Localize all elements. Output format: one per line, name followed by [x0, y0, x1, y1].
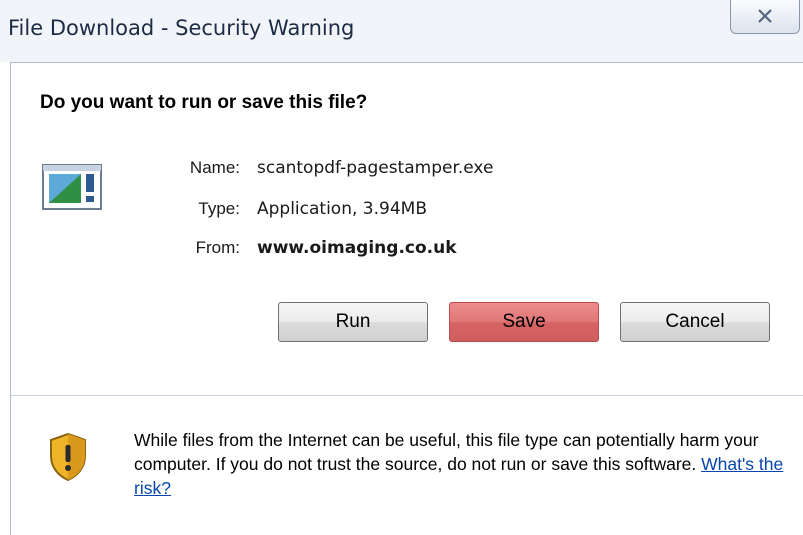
save-button[interactable]: Save [449, 302, 599, 342]
cancel-button[interactable]: Cancel [620, 302, 770, 342]
close-icon [755, 9, 775, 30]
type-label: Type: [198, 199, 240, 218]
title-bar: File Download - Security Warning [0, 0, 803, 62]
application-window-icon [42, 164, 102, 210]
from-label: From: [195, 238, 240, 257]
section-divider [11, 395, 803, 396]
name-label: Name: [189, 158, 240, 177]
warning-text: While files from the Internet can be use… [134, 430, 759, 474]
type-value: Application, 3.94MB [257, 199, 427, 219]
dialog-heading: Do you want to run or save this file? [40, 92, 368, 113]
window-title: File Download - Security Warning [8, 16, 355, 40]
warning-message: While files from the Internet can be use… [134, 428, 794, 500]
shield-warning-icon [48, 432, 88, 482]
name-value: scantopdf-pagestamper.exe [257, 158, 494, 178]
run-button[interactable]: Run [278, 302, 428, 342]
from-value: www.oimaging.co.uk [257, 238, 457, 258]
close-button[interactable] [730, 0, 800, 34]
